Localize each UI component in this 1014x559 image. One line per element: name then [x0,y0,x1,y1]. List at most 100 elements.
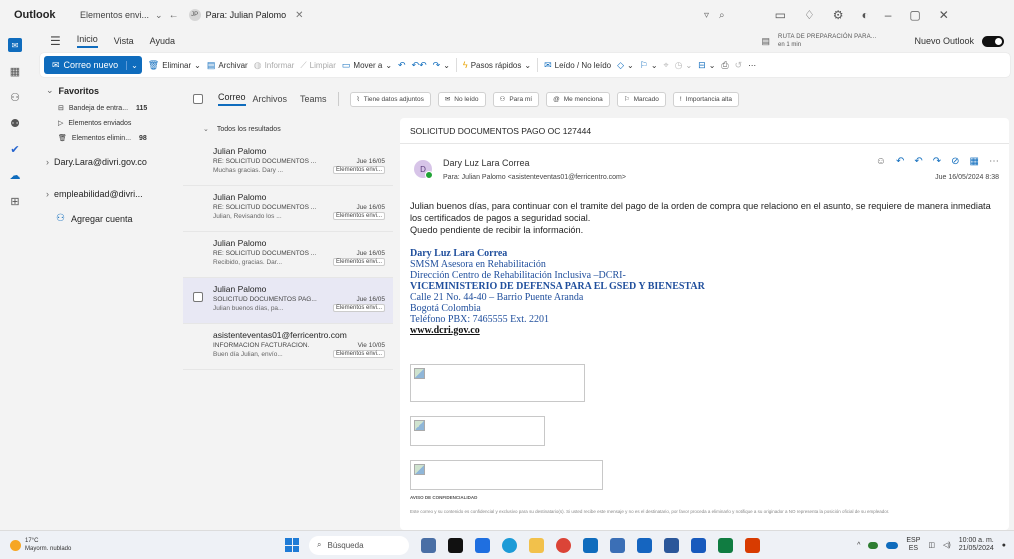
undo-button[interactable]: ↺ [735,60,743,71]
search-icon[interactable]: ⌕ [719,10,725,21]
reply-icon[interactable]: ↶ [896,156,904,167]
read-unread-button[interactable]: ✉ Leído / No leído [544,60,611,71]
snooze-button[interactable]: ◷ ⌄ [675,60,693,71]
list-item[interactable]: Julian Palomo RE: SOLICITUD DOCUMENTOS .… [183,186,393,232]
delete-button[interactable]: 🗑 Eliminar ⌄ [148,60,201,71]
avatar[interactable]: D [414,160,433,179]
close-window-icon[interactable]: ✕ [939,8,949,22]
tab-ayuda[interactable]: Ayuda [150,36,175,46]
forward-icon[interactable]: ↷ [933,156,941,167]
tab-inicio[interactable]: Inicio [76,34,98,48]
widgets-app-icon[interactable] [421,537,436,553]
list-item[interactable]: Julian Palomo RE: SOLICITUD DOCUMENTOS .… [183,232,393,278]
chrome-app-icon[interactable] [556,537,571,553]
chip-high-importance[interactable]: ! Importancia alta [672,91,739,107]
chip-flagged[interactable]: ⚐ Marcado [616,91,666,107]
excel-app-icon[interactable] [718,537,733,553]
todo-icon[interactable]: ✔ [8,142,22,156]
taskbar-search[interactable]: ⌕ Búsqueda [309,535,409,555]
add-account-button[interactable]: ⚇ Agregar cuenta [56,213,180,224]
sender-name[interactable]: Dary Luz Lara Correa [443,158,530,168]
pin-button[interactable]: ⌖ [664,60,669,71]
folder-deleted[interactable]: 🗑 Elementos elimin... 98 [58,134,180,143]
folder-tab[interactable]: Elementos envi... ⌄ [80,5,163,25]
rules-button[interactable]: ⊟ ⌄ [698,60,715,71]
sweep-button[interactable]: ⟋ Limpiar [300,60,336,71]
menu-icon[interactable]: ☰ [50,34,61,48]
list-item-selected[interactable]: Julian Palomo SOLICITUD DOCUMENTOS PAG..… [183,278,393,324]
close-icon[interactable]: ✕ [295,10,303,21]
notification-icon[interactable]: ● [1002,542,1006,549]
bell-icon[interactable]: ♢ [804,8,815,22]
network-icon[interactable]: ◫ [928,541,935,549]
pdf-app-icon[interactable] [745,537,760,553]
chat-icon[interactable]: ▭ [775,8,786,22]
app-icon[interactable] [664,537,679,553]
minimize-icon[interactable]: – [885,8,892,22]
people-icon[interactable]: ⚇ [8,90,22,104]
gear-icon[interactable]: ⚙ [833,8,844,22]
more-icon[interactable]: ⋯ [989,156,999,167]
outlook-app-icon[interactable] [583,537,598,553]
nuevo-outlook-toggle[interactable] [982,35,1004,47]
new-mail-button[interactable]: ✉ Correo nuevo ⌄ [44,56,142,74]
chevron-up-icon[interactable]: ^ [857,542,860,549]
tag-button[interactable]: ◇ ⌄ [617,60,634,71]
windows-start-icon[interactable] [285,538,299,552]
photos-app-icon[interactable] [610,537,625,553]
chip-to-me[interactable]: ⚇ Para mí [492,91,540,107]
groups-icon[interactable]: ⚉ [8,116,22,130]
move-button[interactable]: ▭ Mover a ⌄ [342,60,392,71]
print-button[interactable]: ⎙ [721,60,728,71]
calendar-icon[interactable]: ▦ [8,64,22,78]
language-indicator[interactable]: ESP ES [906,537,920,553]
loop-icon[interactable]: ⊘ [951,156,959,167]
account-dary[interactable]: › Dary.Lara@divri.gov.co [46,157,180,167]
clock[interactable]: 10:00 a. m. 21/05/2024 [959,537,994,553]
store-app-icon[interactable] [475,537,490,553]
outlook-new-app-icon[interactable] [637,537,652,553]
new-mail-dropdown[interactable]: ⌄ [126,60,142,70]
chevron-down-icon[interactable]: ⌄ [155,10,163,21]
account-empleabilidad[interactable]: › empleabilidad@divri... [46,189,180,199]
report-button[interactable]: ◍ Informar [254,60,295,71]
flag-button[interactable]: ⚐ ⌄ [640,60,658,71]
list-item[interactable]: asistenteventas01@ferricentro.com INFORM… [183,324,393,370]
address-bar[interactable]: JP Para: Julian Palomo ✕ ▿ ⌕ [183,4,731,26]
filter-icon[interactable]: ▿ [704,10,709,21]
list-item[interactable]: Julian Palomo RE: SOLICITUD DOCUMENTOS .… [183,140,393,186]
chip-attachments[interactable]: ⌇ Tiene datos adjuntos [349,91,431,107]
tab-correo[interactable]: Correo [218,92,246,106]
tab-archivos[interactable]: Archivos [253,94,288,104]
teams-app-icon[interactable] [448,537,463,553]
favorites-header[interactable]: ⌄ Favoritos [46,85,180,96]
prep-reminder[interactable]: RUTA DE PREPARACIÓN PARA... en 1 min [778,33,876,49]
apps-icon[interactable]: ⊞ [8,194,22,208]
grid-icon[interactable]: ▦ [970,156,979,167]
word-app-icon[interactable] [691,537,706,553]
mail-icon[interactable]: ✉ [8,38,22,52]
chip-unread[interactable]: ✉ No leído [437,91,486,107]
reply-button[interactable]: ↶ [398,60,406,71]
tab-teams[interactable]: Teams [300,94,327,104]
chip-mentions[interactable]: @ Me menciona [546,91,610,107]
edge-app-icon[interactable] [502,537,517,553]
forward-button[interactable]: ↷ ⌄ [433,60,450,71]
reply-all-button[interactable]: ↶↶ [412,60,427,71]
archive-button[interactable]: ▤ Archivar [207,60,248,71]
premium-icon[interactable]: ◐ [861,8,868,22]
onedrive-tray-icon[interactable] [868,541,879,549]
weather-widget[interactable]: 17°C Mayorm. nublado [10,537,260,553]
onedrive-icon[interactable]: ☁ [8,168,22,182]
list-header[interactable]: ⌄ Todos los resultados [183,118,393,140]
back-arrow-icon[interactable]: ← [169,10,179,21]
tab-vista[interactable]: Vista [114,36,134,46]
select-all-checkbox[interactable] [193,94,203,104]
sig-website-link[interactable]: www.dcri.gov.co [410,325,1009,336]
folder-sent[interactable]: ▷ Elementos enviados [58,119,180,128]
maximize-icon[interactable]: ▢ [909,8,920,22]
message-checkbox[interactable] [193,292,203,302]
emoji-icon[interactable]: ☺ [876,156,886,167]
volume-icon[interactable]: ◁) [943,541,951,549]
explorer-app-icon[interactable] [529,537,544,553]
